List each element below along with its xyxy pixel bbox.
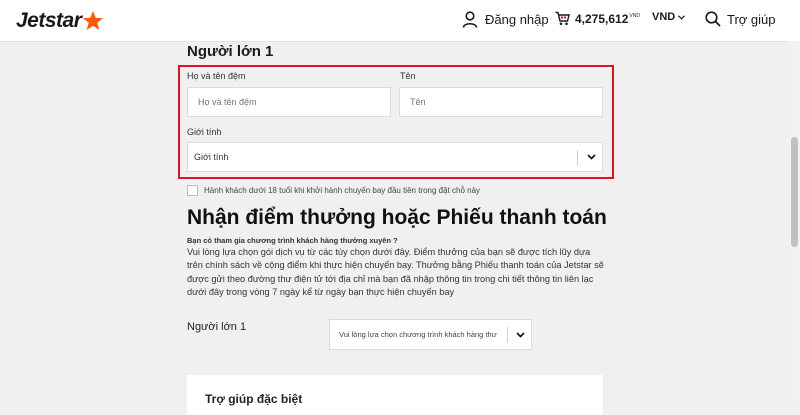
cart-currency-unit: VND (629, 12, 640, 19)
cart-summary[interactable]: 4,275,612 VND (555, 11, 640, 26)
first-name-input[interactable] (399, 87, 603, 117)
cart-amount: 4,275,612 (575, 11, 629, 26)
chevron-down-icon (587, 154, 596, 160)
minor-checkbox[interactable] (187, 185, 198, 196)
middle-name-label: Họ và tên đệm (187, 71, 246, 81)
gender-label: Giới tính (187, 127, 222, 137)
chevron-down-icon (678, 14, 686, 20)
login-label: Đăng nhập (485, 12, 549, 27)
rewards-description: Vui lòng lựa chọn gói dịch vụ từ các tùy… (187, 247, 604, 297)
user-icon (462, 11, 478, 28)
help-link[interactable]: Trợ giúp (705, 11, 776, 27)
chevron-down-icon (516, 332, 525, 338)
cart-icon (555, 11, 570, 26)
currency-selector[interactable]: VND (652, 11, 686, 23)
first-name-label: Tên (400, 71, 416, 81)
passenger-title: Người lớn 1 (187, 43, 274, 60)
minor-checkbox-label: Hành khách dưới 18 tuổi khi khởi hành ch… (204, 186, 481, 195)
special-help-title: Trợ giúp đặc biệt (205, 392, 303, 406)
star-icon (83, 10, 104, 30)
middle-name-input[interactable] (187, 87, 391, 117)
help-label: Trợ giúp (727, 11, 776, 27)
select-divider (577, 150, 578, 166)
brand-name: Jetstar (16, 9, 82, 32)
jetstar-logo[interactable]: Jetstar (16, 9, 104, 33)
login-link[interactable]: Đăng nhập (462, 11, 549, 28)
loyalty-program-select[interactable]: Vui lòng lựa chọn chương trình khách hàn… (329, 319, 532, 350)
program-placeholder: Vui lòng lựa chọn chương trình khách hàn… (339, 330, 497, 339)
rewards-title: Nhận điểm thưởng hoặc Phiếu thanh toán (187, 206, 607, 229)
currency-label: VND (652, 11, 676, 23)
scrollbar-thumb[interactable] (791, 137, 798, 247)
rewards-passenger-label: Người lớn 1 (187, 321, 247, 333)
gender-value: Giới tính (194, 152, 229, 162)
rewards-question: Bạn có tham gia chương trình khách hàng … (187, 236, 398, 245)
gender-select[interactable]: Giới tính (187, 142, 603, 172)
select-divider (507, 327, 508, 343)
top-header: Jetstar Đăng nhập 4,275,612 VND VND Trợ … (0, 0, 800, 42)
search-icon (705, 11, 721, 27)
